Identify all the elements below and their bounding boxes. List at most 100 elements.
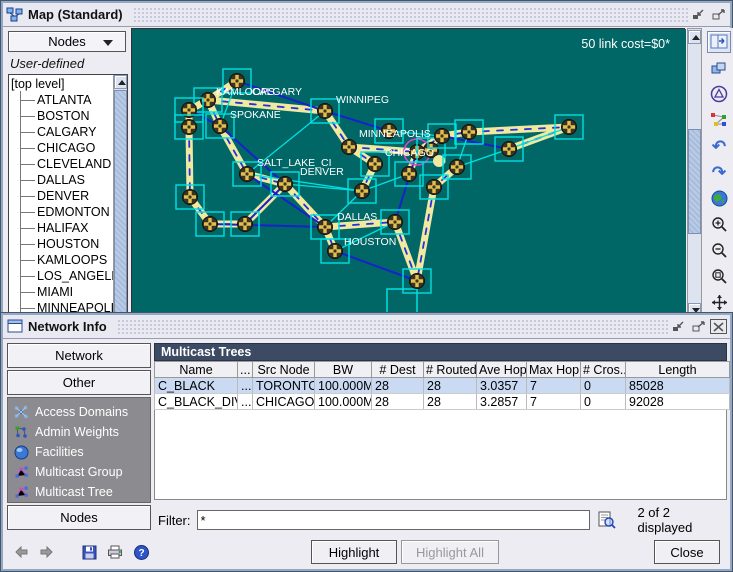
tree-item-houston[interactable]: HOUSTON [11,236,112,252]
multicast-table-zone: Multicast Trees Name...Src NodeBW# Dest#… [154,343,727,500]
column-header[interactable]: Name [155,362,238,378]
tab-network[interactable]: Network [7,343,151,368]
tree-item-halifax[interactable]: HALIFAX [11,220,112,236]
node-tree-list: [top level]ATLANTABOSTONCALGARYCHICAGOCL… [11,76,112,316]
forward-icon[interactable] [37,546,57,558]
undo-icon[interactable]: ↶ [707,135,731,157]
close-button[interactable]: Close [654,540,720,564]
network-info-titlebar[interactable]: Network Info [3,315,730,339]
tree-item-chicago[interactable]: CHICAGO [11,140,112,156]
tree-root[interactable]: [top level] [11,76,112,92]
network-info-title: Network Info [28,319,115,334]
tree-item-kamloops[interactable]: KAMLOOPS [11,252,112,268]
minimize-button[interactable] [690,7,707,22]
nodes-dropdown-label: Nodes [48,34,86,49]
tree-item-cleveland[interactable]: CLEVELAND [11,156,112,172]
tree-scrollbar[interactable] [113,75,127,318]
tree-item-edmonton[interactable]: EDMONTON [11,204,112,220]
filter-label: Filter: [154,513,191,528]
map-window-titlebar[interactable]: Map (Standard) [3,3,730,27]
column-header[interactable]: BW [315,362,372,378]
svg-text:CALGARY: CALGARY [252,86,302,98]
column-header[interactable]: Max Hop [527,362,581,378]
topology-icon[interactable] [707,109,731,131]
map-views-icon[interactable] [707,57,731,79]
nodes-dropdown[interactable]: Nodes [8,31,126,52]
filter-search-button[interactable] [596,510,618,531]
network-info-window-icon [6,319,24,335]
category-multicast-group[interactable]: Multicast Group [14,462,150,482]
redo-icon[interactable]: ↷ [707,161,731,183]
svg-text:?: ? [138,548,144,559]
overview-pane-icon[interactable] [707,31,731,53]
maximize-button[interactable] [690,319,707,334]
column-header[interactable]: Src Node [253,362,315,378]
minimize-button[interactable] [670,319,687,334]
svg-text:DENVER: DENVER [300,166,344,178]
column-header[interactable]: # Routed [424,362,477,378]
map-window: Map (Standard) Nodes User-defined [top l… [1,1,732,321]
filter-status: 2 of 2 displayed [637,505,727,535]
highlight-button[interactable]: Highlight [311,540,397,564]
zoom-out-icon[interactable] [707,239,731,261]
column-header[interactable]: # Dest [372,362,424,378]
tree-item-denver[interactable]: DENVER [11,188,112,204]
link-cost-overlay: 50 link cost=$0* [581,37,670,51]
network-info-left-panel: Network Other Access DomainsAdmin Weight… [6,343,152,567]
tree-item-boston[interactable]: BOSTON [11,108,112,124]
world-icon[interactable] [707,187,731,209]
filter-input[interactable] [197,510,590,530]
category-facilities[interactable]: Facilities [14,442,150,462]
table-empty-area [154,410,727,500]
scroll-up-button[interactable] [114,75,127,89]
svg-text:DALLAS: DALLAS [337,211,377,223]
svg-text:MINNEAPOLIS: MINNEAPOLIS [359,128,431,140]
help-icon[interactable]: ? [131,545,151,560]
map-scroll-up-button[interactable] [688,30,701,44]
table-row[interactable]: C_BLACK_DIV...CHICAGO100.000M28283.28577… [155,394,730,410]
table-header-row[interactable]: Name...Src NodeBW# Dest# RoutedAve HopMa… [155,362,730,378]
pan-icon[interactable] [707,291,731,313]
tab-other[interactable]: Other [7,370,151,395]
category-multicast-tree[interactable]: Multicast Tree [14,482,150,502]
map-window-icon [6,7,24,23]
multicast-table[interactable]: Name...Src NodeBW# Dest# RoutedAve HopMa… [154,361,730,410]
column-header[interactable]: Length [626,362,730,378]
map-canvas[interactable]: KAMLOOPSCALGARYSPOKANEWINNIPEGMINNEAPOLI… [131,28,685,319]
save-icon[interactable] [79,545,99,560]
chevron-down-icon [103,40,113,46]
tree-item-atlanta[interactable]: ATLANTA [11,92,112,108]
print-icon[interactable] [105,545,125,559]
scrollbar-thumb[interactable] [114,90,127,316]
maximize-button[interactable] [710,7,727,22]
table-group-title: Multicast Trees [154,343,727,361]
footer-toolbar: ? Highlight Highlight All Close [5,537,728,567]
svg-text:WINNIPEG: WINNIPEG [336,94,389,106]
filter-row: Filter: 2 of 2 displayed [154,506,727,534]
tab-nodes[interactable]: Nodes [7,505,151,530]
tree-item-miami[interactable]: MIAMI [11,284,112,300]
legend-icon[interactable] [707,83,731,105]
column-header[interactable]: ... [238,362,253,378]
close-icon[interactable] [710,319,727,334]
svg-text:CHICAGO: CHICAGO [385,147,434,159]
zoom-in-icon[interactable] [707,213,731,235]
tree-item-los_angeles[interactable]: LOS_ANGELES [11,268,112,284]
tree-item-calgary[interactable]: CALGARY [11,124,112,140]
category-admin-weights[interactable]: Admin Weights [14,422,150,442]
tree-item-dallas[interactable]: DALLAS [11,172,112,188]
svg-text:HOUSTON: HOUSTON [344,236,396,248]
column-header[interactable]: # Cros... [581,362,626,378]
back-icon[interactable] [11,546,31,558]
highlight-all-button[interactable]: Highlight All [401,540,499,564]
svg-text:SPOKANE: SPOKANE [230,109,281,121]
category-access-domains[interactable]: Access Domains [14,402,150,422]
titlebar-texture [133,7,688,23]
map-toolbar: ↶ ↷ [704,28,733,319]
zoom-box-icon[interactable] [707,265,731,287]
column-header[interactable]: Ave Hop [477,362,527,378]
map-canvas-svg: KAMLOOPSCALGARYSPOKANEWINNIPEGMINNEAPOLI… [132,29,686,322]
map-vertical-scrollbar[interactable] [687,28,702,319]
table-row[interactable]: C_BLACK...TORONTO100.000M28283.035770850… [155,378,730,394]
map-scrollbar-thumb[interactable] [688,129,701,234]
